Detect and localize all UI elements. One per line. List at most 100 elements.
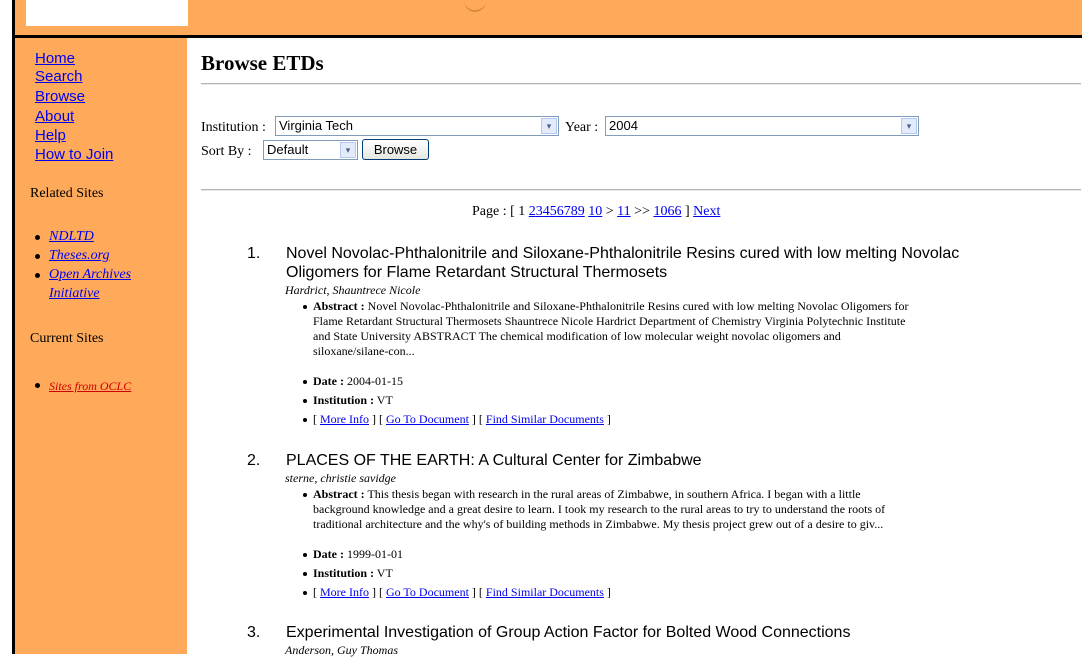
institution-select[interactable]: Virginia Tech ▾ — [275, 116, 559, 136]
divider — [201, 83, 1081, 85]
left-frame — [0, 0, 12, 654]
institution-field-label: Institution : — [313, 566, 375, 580]
pager-link-10[interactable]: 10 — [588, 204, 602, 219]
pager-link-last[interactable]: 1066 — [653, 204, 681, 219]
nav-home[interactable]: Home — [35, 50, 75, 68]
go-to-document-link[interactable]: Go To Document — [386, 412, 469, 426]
go-to-document-link[interactable]: Go To Document — [386, 585, 469, 599]
current-sites-heading: Current Sites — [30, 331, 104, 346]
find-similar-link[interactable]: Find Similar Documents — [486, 585, 604, 599]
nav-help[interactable]: Help — [35, 127, 66, 145]
pager-prefix: Page : [ — [472, 204, 515, 219]
related-link-ndltd[interactable]: NDLTD — [49, 228, 94, 246]
chevron-down-icon[interactable]: ▾ — [340, 142, 356, 158]
result-links: [ More Info ] [ Go To Document ] [ Find … — [313, 585, 611, 599]
nav-search[interactable]: Search — [35, 68, 83, 86]
abstract-label: Abstract : — [313, 487, 365, 501]
date-label: Date : — [313, 374, 344, 388]
result-title-line: PLACES OF THE EARTH: A Cultural Center f… — [286, 452, 702, 469]
abstract-text: Novel Novolac-Phthalonitrile and Siloxan… — [364, 299, 909, 313]
abstract-text: siloxane/silane-con... — [313, 344, 415, 358]
result-number: 3. — [247, 624, 261, 641]
bullet-icon — [35, 254, 40, 259]
nav-about[interactable]: About — [35, 108, 74, 126]
pager-link-5[interactable]: 5 — [550, 204, 557, 219]
related-sites-heading: Related Sites — [30, 186, 104, 201]
result-author: sterne, christie savidge — [285, 471, 396, 485]
result-title-line: Experimental Investigation of Group Acti… — [286, 624, 851, 641]
result-abstract: Abstract : This thesis began with resear… — [313, 487, 1033, 532]
sortby-value: Default — [267, 142, 309, 157]
bullet-icon — [35, 383, 40, 388]
date-value: 2004-01-15 — [343, 374, 403, 388]
current-link-oclc[interactable]: Sites from OCLC — [49, 377, 131, 395]
date-value: 1999-01-01 — [343, 547, 403, 561]
bullet-icon — [303, 305, 307, 309]
header-logo-area — [26, 0, 188, 26]
pager-link-2[interactable]: 2 — [529, 204, 536, 219]
sidebar: Home Search Browse About Help How to Joi… — [15, 38, 187, 654]
pager-current: 1 — [518, 204, 526, 219]
pager-dbl: >> — [634, 204, 650, 219]
result-date: Date : 1999-01-01 — [313, 547, 1033, 562]
institution-field-value: VT — [374, 566, 393, 580]
date-label: Date : — [313, 547, 344, 561]
pager-link-9[interactable]: 9 — [578, 204, 585, 219]
related-link-open-archives[interactable]: Open Archives — [49, 266, 131, 284]
result-abstract: Abstract : Novel Novolac-Phthalonitrile … — [313, 299, 1033, 359]
result-title-line: Oligomers for Flame Retardant Structural… — [286, 264, 668, 281]
pager-link-4[interactable]: 4 — [543, 204, 550, 219]
pager-close: ] — [684, 204, 690, 219]
result-institution: Institution : VT — [313, 393, 1033, 408]
institution-field-value: VT — [374, 393, 393, 407]
institution-label: Institution : — [201, 120, 266, 135]
bullet-icon — [303, 493, 307, 497]
abstract-text: and State University ABSTRACT The chemic… — [313, 329, 841, 343]
result-institution: Institution : VT — [313, 566, 1033, 581]
sortby-select[interactable]: Default ▾ — [263, 140, 358, 160]
result-number: 1. — [247, 245, 261, 262]
pager-gt: > — [605, 204, 614, 219]
related-link-open-archives-cont[interactable]: Initiative — [49, 285, 100, 303]
nav-how-to-join[interactable]: How to Join — [35, 146, 113, 164]
result-date: Date : 2004-01-15 — [313, 374, 1033, 389]
chevron-down-icon[interactable]: ▾ — [541, 118, 557, 134]
chevron-down-icon[interactable]: ▾ — [901, 118, 917, 134]
institution-field-label: Institution : — [313, 393, 375, 407]
abstract-text: This thesis began with research in the r… — [364, 487, 861, 501]
pager-link-6[interactable]: 6 — [557, 204, 564, 219]
browse-button[interactable]: Browse — [362, 139, 429, 160]
find-similar-link[interactable]: Find Similar Documents — [486, 412, 604, 426]
bullet-icon — [35, 273, 40, 278]
more-info-link[interactable]: More Info — [320, 585, 369, 599]
bullet-icon — [35, 235, 40, 240]
bullet-icon — [303, 572, 307, 576]
pager-link-8[interactable]: 8 — [571, 204, 578, 219]
more-info-link[interactable]: More Info — [320, 412, 369, 426]
pagination: Page : [ 1 23456789 10 > 11 >> 1066 ] Ne… — [472, 204, 720, 220]
pager-link-7[interactable]: 7 — [564, 204, 571, 219]
pager-link-11[interactable]: 11 — [617, 204, 630, 219]
year-value: 2004 — [609, 118, 638, 133]
institution-value: Virginia Tech — [279, 118, 353, 133]
year-label: Year : — [565, 120, 599, 135]
related-link-theses-org[interactable]: Theses.org — [49, 247, 110, 265]
year-select[interactable]: 2004 ▾ — [605, 116, 919, 136]
nav-browse[interactable]: Browse — [35, 88, 85, 106]
result-links: [ More Info ] [ Go To Document ] [ Find … — [313, 412, 611, 426]
divider — [201, 189, 1081, 191]
abstract-label: Abstract : — [313, 299, 365, 313]
result-author: Anderson, Guy Thomas — [285, 643, 398, 657]
result-author: Hardrict, Shauntrece Nicole — [285, 283, 421, 297]
result-title-line: Novel Novolac-Phthalonitrile and Siloxan… — [286, 245, 960, 262]
bullet-icon — [303, 591, 307, 595]
abstract-text: Flame Retardant Structural Thermosets Sh… — [313, 314, 906, 328]
result-number: 2. — [247, 452, 261, 469]
abstract-text: traditional architecture and the why's o… — [313, 517, 884, 531]
bullet-icon — [303, 380, 307, 384]
pager-link-3[interactable]: 3 — [536, 204, 543, 219]
bullet-icon — [303, 399, 307, 403]
page-title: Browse ETDs — [201, 51, 324, 75]
pager-next[interactable]: Next — [693, 204, 720, 219]
abstract-text: background knowledge and a great desire … — [313, 502, 886, 516]
